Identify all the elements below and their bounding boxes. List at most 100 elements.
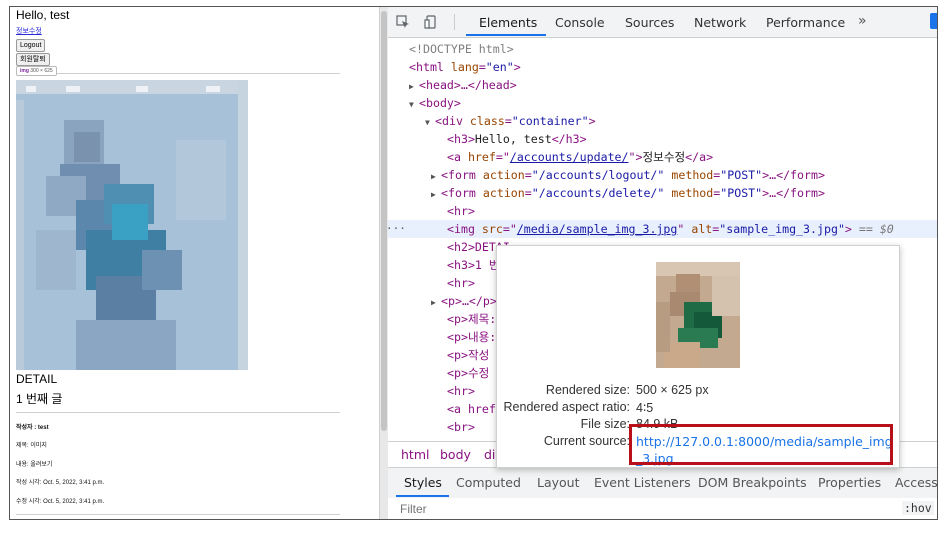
- tab-properties[interactable]: Properties: [818, 475, 881, 490]
- post-created-at: 작성 시각: Oct. 5, 2022, 3:41 p.m.: [16, 480, 105, 486]
- form-delete-action: "/accounts/delete/": [531, 186, 665, 200]
- hr2-tag: <hr>: [447, 276, 475, 290]
- tab-console[interactable]: Console: [555, 15, 605, 30]
- p-title: <p>제목:: [447, 312, 504, 326]
- divider: [16, 514, 340, 515]
- dom-node-form-delete[interactable]: ▶ <form action="/accounts/delete/" method…: [431, 184, 937, 204]
- tab-accessibility[interactable]: Accessib: [895, 475, 937, 490]
- dom-node-form-logout[interactable]: ▶ <form action="/accounts/logout/" method…: [431, 166, 937, 184]
- screenshot-frame: Hello, test 정보수정 Logout 회원탈퇴 img 300 × 6…: [9, 6, 938, 520]
- red-highlight-box: [629, 424, 893, 465]
- hr3-tag: <hr>: [447, 384, 475, 398]
- image-preview-thumbnail: [656, 262, 740, 368]
- h3-close: </h3>: [551, 132, 587, 146]
- div-class-attr: class: [469, 114, 505, 128]
- dom-node-doctype[interactable]: <!DOCTYPE html>: [409, 40, 937, 58]
- dom-node-head[interactable]: ▶ <head>…</head>: [409, 76, 937, 94]
- head-tag: <head>…</head>: [419, 78, 517, 92]
- active-tab-indicator: [466, 34, 546, 36]
- dom-node-body[interactable]: ▼ <body>: [409, 94, 937, 114]
- html-lang-attr: lang: [450, 60, 479, 74]
- styles-panel-tabs: Styles Computed Layout Event Listeners D…: [388, 467, 937, 499]
- tab-computed[interactable]: Computed: [456, 475, 521, 490]
- hr-tag: <hr>: [447, 204, 475, 218]
- more-tabs-button[interactable]: »: [858, 13, 867, 29]
- divider: [16, 412, 340, 413]
- img-alt-value: "sample_img_3.jpg": [719, 222, 845, 236]
- dom-node-hr[interactable]: <hr>: [447, 202, 937, 220]
- p-collapsed: <p>…</p>: [441, 294, 497, 308]
- tab-elements[interactable]: Elements: [479, 15, 537, 30]
- a-href-link[interactable]: /accounts/update/: [510, 150, 629, 164]
- post-title: 제목: 이미지: [16, 443, 47, 449]
- collapse-triangle-icon[interactable]: ▼: [409, 96, 419, 114]
- dom-node-img-selected[interactable]: ···<img src="/media/sample_img_3.jpg" al…: [388, 220, 937, 238]
- tab-sources[interactable]: Sources: [625, 15, 674, 30]
- detail-heading: DETAIL: [16, 372, 58, 386]
- delete-account-button[interactable]: 회원탈퇴: [16, 53, 50, 66]
- breadcrumb-html[interactable]: html: [401, 447, 429, 462]
- form-logout-action: "/accounts/logout/": [531, 168, 665, 182]
- h3-open: <h3>: [447, 132, 475, 146]
- h3-text: Hello, test: [474, 132, 552, 146]
- image-tip-size: 300 × 625: [30, 68, 53, 74]
- a-close: </a>: [685, 150, 714, 164]
- p-content: <p>내용:: [447, 330, 504, 344]
- collapse-triangle-icon[interactable]: ▼: [425, 114, 435, 132]
- issues-badge-icon[interactable]: [930, 13, 937, 29]
- div-tag: <div: [435, 114, 463, 128]
- styles-filter-bar: :hov: [388, 498, 937, 519]
- expand-triangle-icon[interactable]: ▶: [431, 294, 441, 312]
- image-tip-tag: img: [20, 68, 29, 74]
- image-size-tip: img 300 × 625: [16, 66, 57, 76]
- aspect-ratio-value: 4∶5: [636, 401, 654, 415]
- form-rest: >…</form>: [762, 168, 825, 182]
- dom-node-container[interactable]: ▼ <div class="container">: [425, 112, 937, 132]
- hover-state-toggle[interactable]: :hov: [902, 501, 934, 515]
- tab-dom-breakpoints[interactable]: DOM Breakpoints: [698, 475, 807, 490]
- divider: [16, 73, 340, 74]
- rendered-size-label: Rendered size:: [545, 383, 630, 397]
- current-source-label: Current source:: [543, 434, 630, 448]
- selected-node-marker: == $0: [858, 222, 894, 236]
- page-scrollbar[interactable]: [380, 7, 388, 519]
- form-method: "POST": [720, 186, 763, 200]
- tab-styles[interactable]: Styles: [404, 475, 442, 490]
- pixelated-photo: [16, 80, 248, 370]
- toolbar-separator: [454, 14, 455, 30]
- post-author: 작성자 : test: [16, 425, 49, 431]
- more-options-icon[interactable]: ···: [388, 220, 406, 238]
- doctype-text: <!DOCTYPE html>: [409, 42, 514, 56]
- file-size-label: File size:: [580, 417, 630, 431]
- a-href-attr: href: [467, 150, 496, 164]
- breadcrumb-body[interactable]: body: [440, 447, 471, 462]
- a-open: <a: [447, 150, 461, 164]
- post-number-heading: 1 번째 글: [16, 392, 63, 406]
- tab-network[interactable]: Network: [694, 15, 746, 30]
- dom-node-html[interactable]: <html lang="en">: [409, 58, 937, 76]
- form-rest: >…</form>: [762, 186, 825, 200]
- img-src-link[interactable]: /media/sample_img_3.jpg: [517, 222, 678, 236]
- post-content: 내용: 올려보기: [16, 462, 53, 468]
- expand-triangle-icon[interactable]: ▶: [431, 186, 441, 204]
- dom-node-a[interactable]: <a href="/accounts/update/">정보수정</a>: [447, 148, 937, 166]
- styles-filter-input[interactable]: [400, 501, 880, 517]
- tab-performance[interactable]: Performance: [766, 15, 845, 30]
- tab-layout[interactable]: Layout: [537, 475, 580, 490]
- tab-event-listeners[interactable]: Event Listeners: [594, 475, 691, 490]
- inspect-element-icon[interactable]: [396, 15, 410, 29]
- post-updated-at: 수정 시각: Oct. 5, 2022, 3:41 p.m.: [16, 499, 105, 505]
- devtools-tab-bar: Elements Console Sources Network Perform…: [388, 7, 937, 38]
- form-method: "POST": [720, 168, 763, 182]
- device-toolbar-icon[interactable]: [424, 15, 438, 29]
- update-profile-link[interactable]: 정보수정: [16, 26, 42, 36]
- body-tag: <body>: [419, 96, 461, 110]
- active-panel-tab-indicator: [396, 495, 449, 497]
- div-class-value: "container": [511, 114, 589, 128]
- html-close: >: [513, 60, 521, 74]
- scrollbar-thumb[interactable]: [381, 11, 387, 431]
- rendered-page: Hello, test 정보수정 Logout 회원탈퇴 img 300 × 6…: [10, 7, 379, 519]
- logout-button[interactable]: Logout: [16, 39, 46, 52]
- dom-node-h3[interactable]: <h3>Hello, test</h3>: [447, 130, 937, 148]
- html-lang-value: "en": [485, 60, 514, 74]
